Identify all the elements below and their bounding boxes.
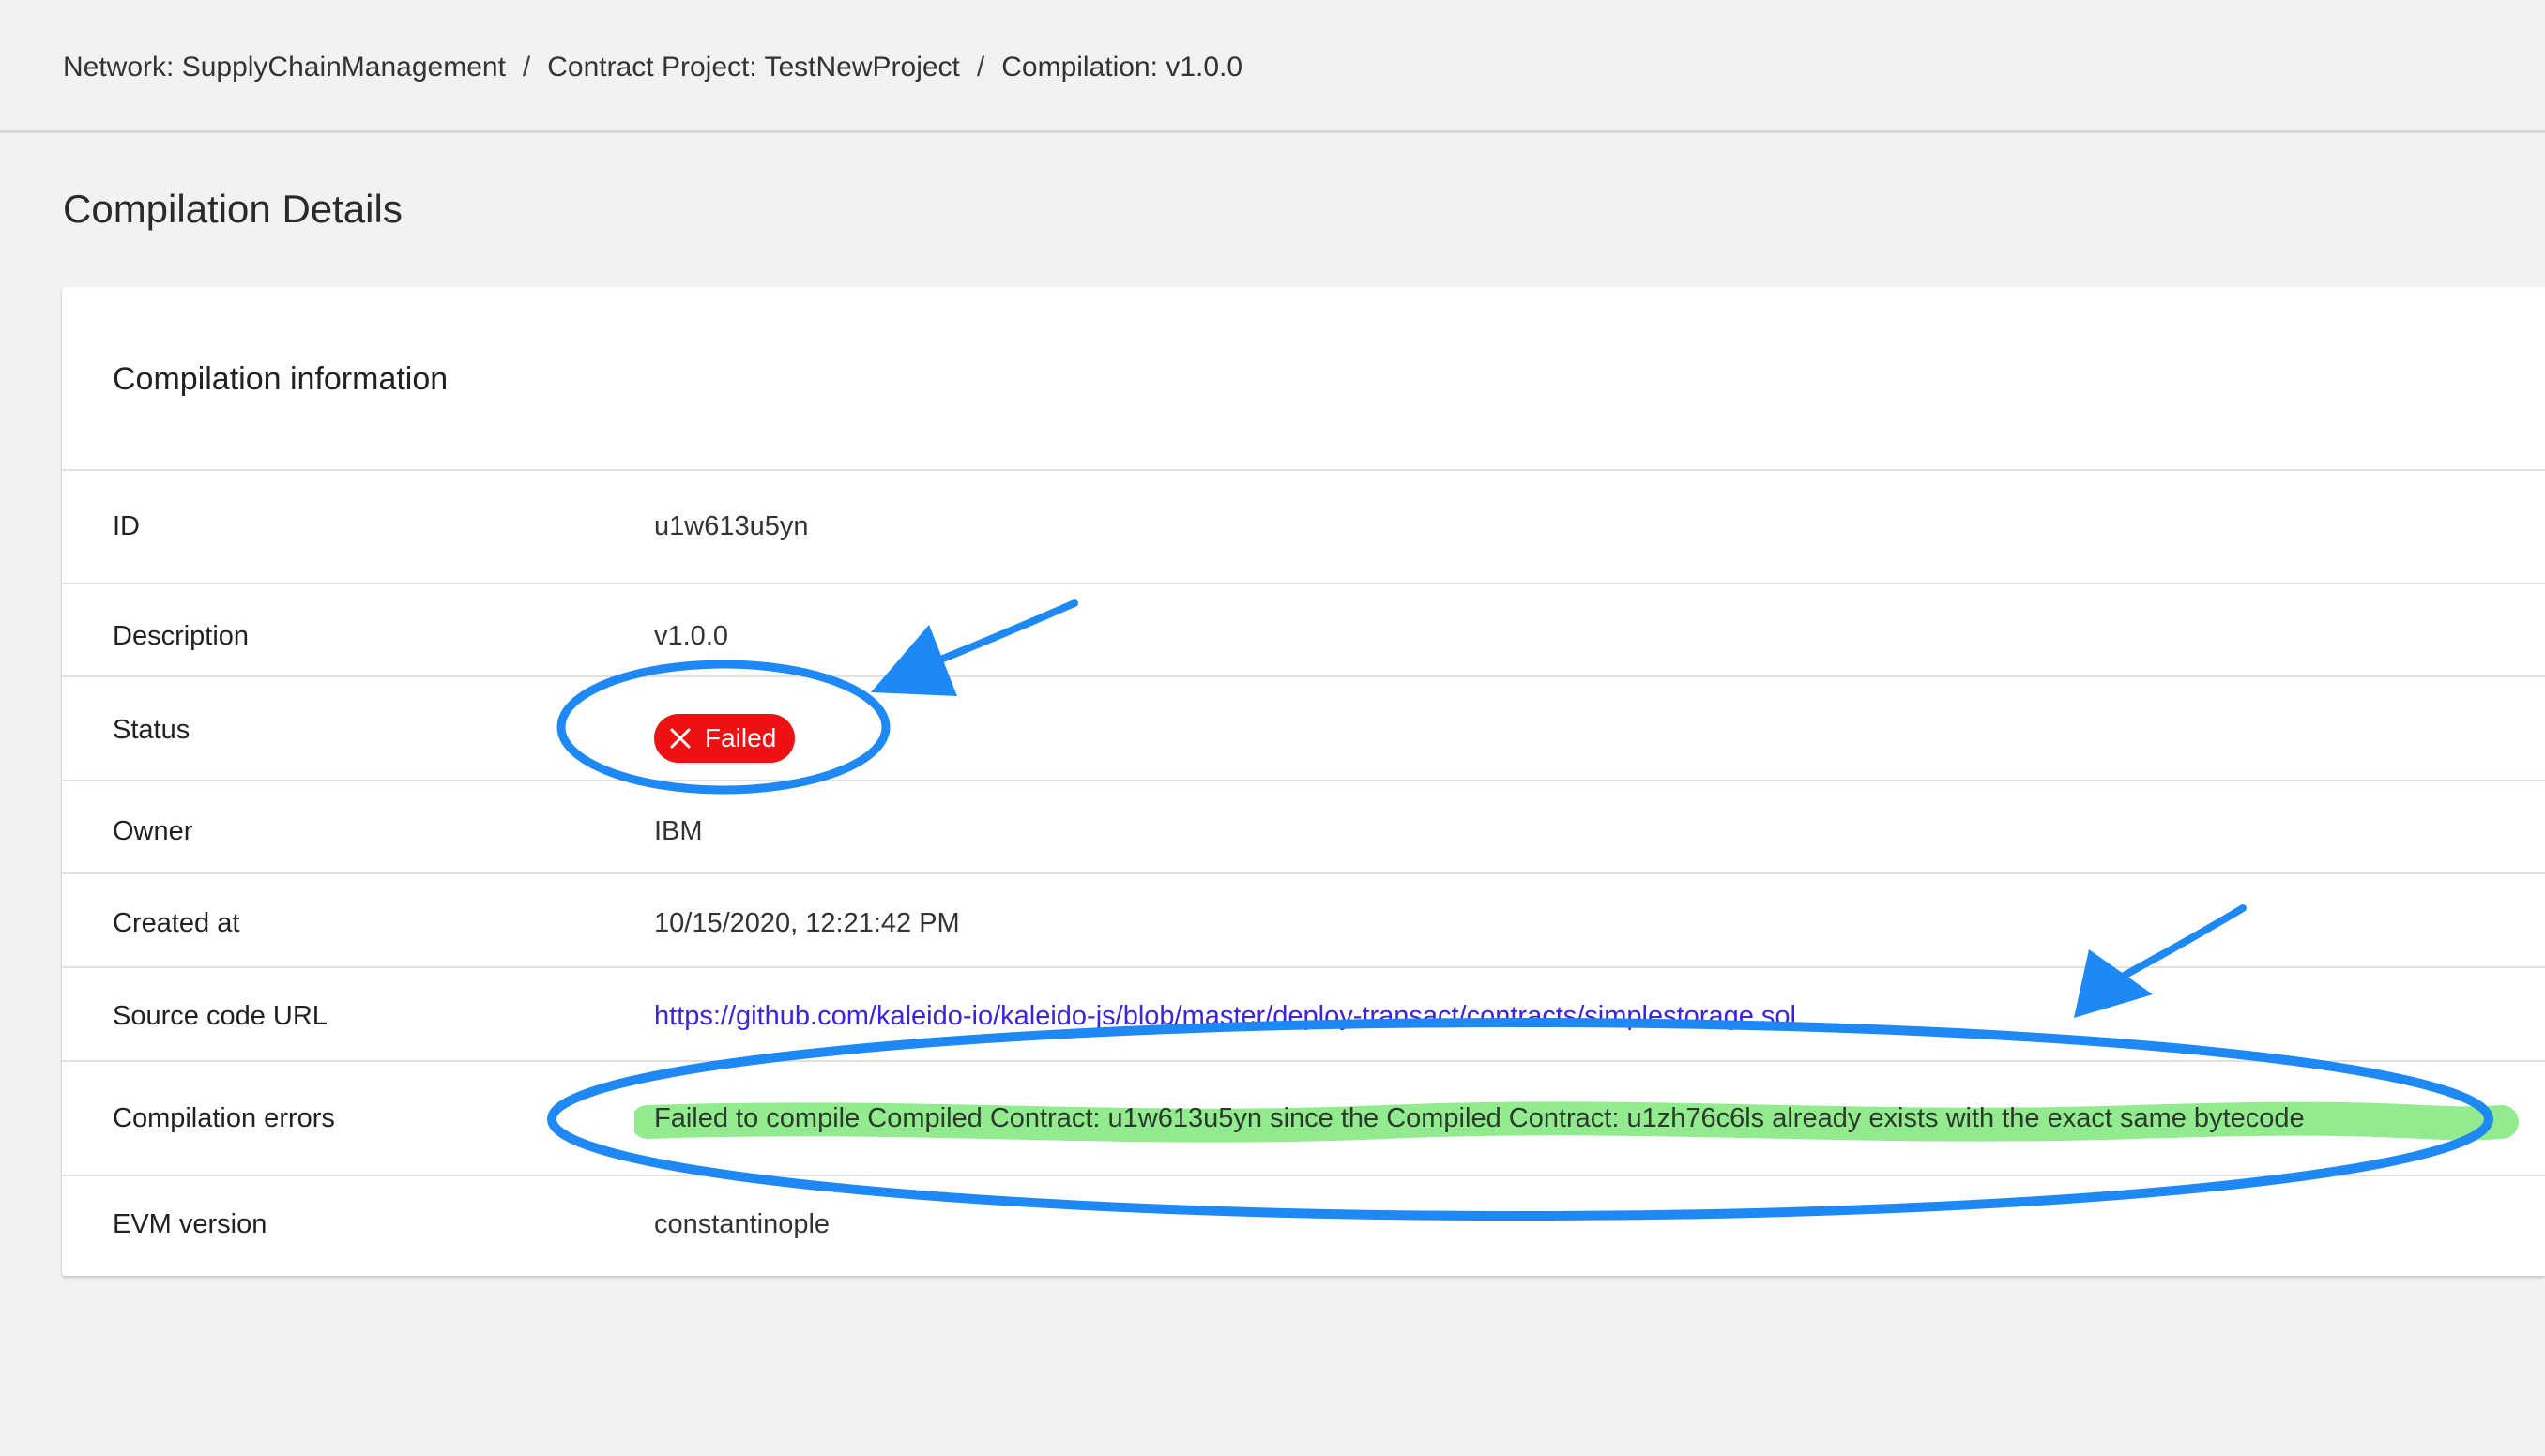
status-badge-label: Failed: [705, 723, 777, 752]
source-code-link[interactable]: https://github.com/kaleido-io/kaleido-js…: [654, 1000, 1796, 1032]
row-value-evm-version: constantinople: [654, 1209, 831, 1239]
row-value-description: v1.0.0: [654, 621, 728, 651]
breadcrumb-current: Compilation: v1.0.0: [1001, 52, 1243, 83]
row-label: Source code URL: [113, 1001, 328, 1031]
row-label: Description: [113, 621, 250, 651]
card-title: Compilation information: [113, 361, 449, 397]
breadcrumb-project-link[interactable]: Contract Project: TestNewProject: [547, 52, 960, 83]
row-label: Status: [113, 715, 190, 745]
row-value-compilation-errors: Failed to compile Compiled Contract: u1w…: [654, 1103, 2305, 1133]
row-owner: Owner IBM: [62, 781, 2545, 874]
row-compilation-errors: Compilation errors Failed to compile Com…: [62, 1062, 2545, 1176]
row-value-created-at: 10/15/2020, 12:21:42 PM: [654, 908, 960, 938]
breadcrumb-separator: /: [976, 52, 985, 83]
row-label: ID: [113, 511, 140, 541]
breadcrumb-separator: /: [522, 52, 531, 83]
close-icon: [670, 728, 691, 749]
breadcrumb: Network: SupplyChainManagement / Contract …: [63, 51, 1242, 84]
row-description: Description v1.0.0: [62, 584, 2545, 677]
row-id: ID u1w613u5yn: [62, 471, 2545, 584]
row-label: Owner: [113, 816, 193, 846]
card-header: Compilation information: [62, 287, 2545, 471]
status-badge: Failed: [654, 714, 796, 763]
row-evm-version: EVM version constantinople: [62, 1176, 2545, 1272]
row-label: Created at: [113, 908, 240, 938]
top-bar: Network: SupplyChainManagement / Contract …: [0, 0, 2545, 133]
breadcrumb-network-link[interactable]: Network: SupplyChainManagement: [63, 52, 506, 83]
page-title: Compilation Details: [63, 187, 403, 231]
row-status: Status Failed: [62, 677, 2545, 781]
row-label: EVM version: [113, 1209, 267, 1239]
row-created-at: Created at 10/15/2020, 12:21:42 PM: [62, 874, 2545, 968]
row-source-url: Source code URL https://github.com/kalei…: [62, 968, 2545, 1062]
row-value-id: u1w613u5yn: [654, 511, 809, 541]
row-label: Compilation errors: [113, 1103, 335, 1133]
compilation-info-card: Compilation information ID u1w613u5yn De…: [62, 287, 2545, 1276]
row-value-owner: IBM: [654, 816, 703, 846]
